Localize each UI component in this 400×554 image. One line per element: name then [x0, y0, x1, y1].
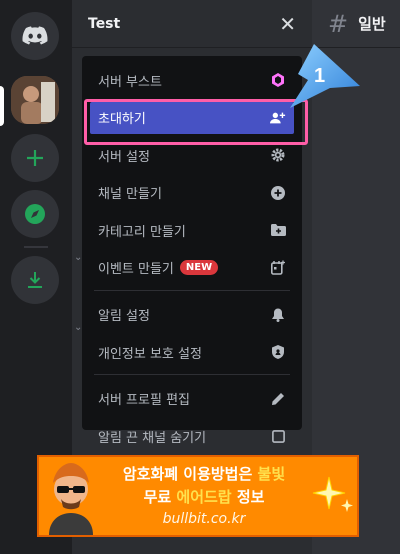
channel-name: 일반 — [358, 15, 386, 33]
menu-divider — [94, 373, 290, 375]
server-name: Test — [88, 15, 121, 32]
close-icon[interactable]: ✕ — [279, 12, 296, 36]
channel-header: # 일반 — [312, 0, 400, 48]
ad-url: bullbit.co.kr — [162, 511, 246, 527]
menu-item-hide-muted-channels[interactable]: 알림 끈 채널 숨기기 — [90, 420, 294, 452]
server-avatar[interactable] — [11, 76, 59, 124]
explore-compass-icon[interactable] — [11, 190, 59, 238]
highlight-box — [84, 99, 308, 145]
callout-number: 1 — [314, 65, 325, 87]
sparkle-icon — [312, 476, 353, 512]
checkbox-icon[interactable] — [270, 428, 286, 444]
rail-divider — [24, 246, 48, 248]
bell-icon — [270, 307, 286, 323]
gear-icon — [270, 147, 286, 163]
menu-divider — [94, 289, 290, 291]
shield-icon — [270, 344, 286, 360]
folder-plus-icon — [270, 222, 286, 238]
ad-banner[interactable]: 암호화폐 이용방법은 불빛 무료 에어드랍 정보 bullbit.co.kr — [37, 455, 359, 537]
pencil-icon — [270, 391, 286, 407]
add-server-icon[interactable] — [11, 134, 59, 182]
menu-item-notification-settings[interactable]: 알림 설정 — [90, 299, 294, 331]
hash-icon: # — [328, 9, 349, 38]
server-header[interactable]: Test ✕ — [72, 0, 312, 48]
new-badge: NEW — [179, 260, 219, 276]
callout-arrow: 1 — [290, 44, 360, 108]
menu-item-server-boost[interactable]: 서버 부스트 — [90, 64, 294, 96]
menu-item-create-category[interactable]: 카테고리 만들기 — [90, 214, 294, 246]
menu-item-create-event[interactable]: 이벤트 만들기 NEW — [90, 252, 294, 284]
plus-circle-icon — [270, 185, 286, 201]
menu-item-create-channel[interactable]: 채널 만들기 — [90, 177, 294, 209]
menu-item-edit-server-profile[interactable]: 서버 프로필 편집 — [90, 383, 294, 415]
menu-item-privacy-settings[interactable]: 개인정보 보호 설정 — [90, 336, 294, 368]
character-illustration — [49, 463, 93, 535]
ad-text: 암호화폐 이용방법은 불빛 무료 에어드랍 정보 bullbit.co.kr — [97, 463, 311, 527]
active-server-indicator — [0, 86, 4, 126]
discord-home-icon[interactable] — [11, 12, 59, 60]
download-icon[interactable] — [11, 256, 59, 304]
calendar-plus-icon — [270, 260, 286, 276]
